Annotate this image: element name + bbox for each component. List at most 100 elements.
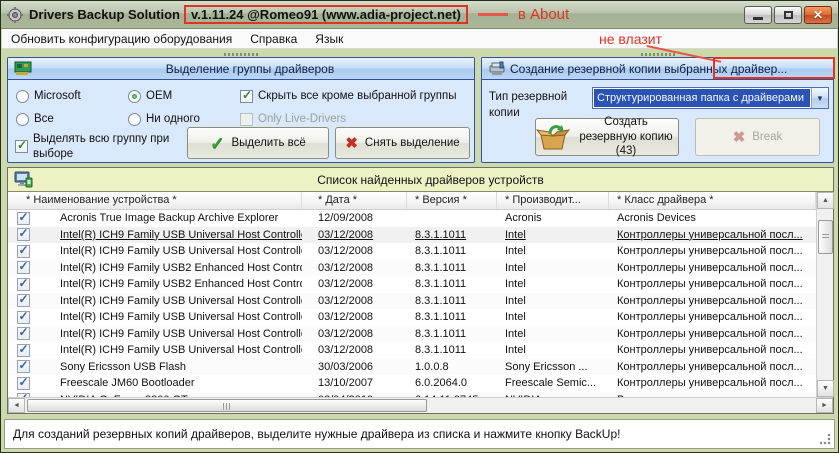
scroll-down-icon: ▼	[822, 385, 829, 392]
driver-table-body: ✓ Acronis True Image Backup Archive Explo…	[8, 210, 816, 397]
row-checkbox[interactable]: ✓	[17, 278, 30, 291]
row-checkbox[interactable]: ✓	[17, 294, 30, 307]
row-version: 8.3.1.1011	[407, 328, 497, 340]
backup-box-icon	[536, 123, 570, 151]
table-row[interactable]: ✓Intel(R) ICH9 Family USB Universal Host…	[8, 326, 816, 343]
scroll-right-button[interactable]: ►	[816, 398, 833, 413]
row-device-name: Acronis True Image Backup Archive Explor…	[38, 212, 302, 224]
row-device-name: Intel(R) ICH9 Family USB2 Enhanced Host …	[38, 278, 302, 290]
row-checkbox[interactable]: ✓	[17, 327, 30, 340]
annotation-overflow-box	[713, 57, 835, 79]
row-checkbox[interactable]: ✓	[17, 344, 30, 357]
row-version: 1.0.0.8	[407, 361, 497, 373]
table-row[interactable]: ✓ Acronis True Image Backup Archive Explo…	[8, 210, 816, 227]
column-header-device-name[interactable]: * Наименование устройства *	[8, 192, 302, 209]
radio-all[interactable]: Все	[16, 113, 54, 126]
column-header-driver-class[interactable]: * Класс драйвера *	[609, 192, 816, 209]
row-checkbox-cell: ✓	[8, 360, 38, 373]
table-row[interactable]: ✓Sony Ericsson USB Flash30/03/20061.0.0.…	[8, 359, 816, 376]
device-list-icon	[14, 171, 34, 188]
row-checkbox-cell: ✓	[8, 245, 38, 258]
scroll-up-icon: ▲	[822, 197, 829, 204]
row-checkbox-cell: ✓	[8, 278, 38, 291]
minimize-button[interactable]	[744, 6, 772, 24]
row-device-name: Intel(R) ICH9 Family USB Universal Host …	[38, 344, 302, 356]
selection-panel-title: Выделение группы драйверов	[32, 62, 468, 76]
row-driver-class: Контроллеры универсальной посл...	[609, 344, 816, 356]
row-manufacturer: Intel	[497, 229, 609, 241]
row-checkbox[interactable]: ✓	[17, 311, 30, 324]
radio-oem[interactable]: OEM	[128, 90, 172, 103]
scroll-up-button[interactable]: ▲	[817, 192, 834, 209]
table-row[interactable]: ✓Intel(R) ICH9 Family USB Universal Host…	[8, 243, 816, 260]
row-version: 8.3.1.1011	[407, 344, 497, 356]
table-row[interactable]: ✓ Intel(R) ICH9 Family USB Universal Host…	[8, 309, 816, 326]
menu-refresh-config[interactable]: Обновить конфигурацию оборудования	[2, 30, 241, 48]
check-icon: ✓	[19, 360, 29, 372]
check-icon: ✓	[19, 212, 29, 224]
row-version: 8.3.1.1011	[407, 262, 497, 274]
check-icon: ✓	[19, 327, 29, 339]
table-row[interactable]: ✓Freescale JM60 Bootloader13/10/20076.0.…	[8, 375, 816, 392]
menu-help[interactable]: Справка	[241, 30, 306, 48]
radio-circle	[16, 90, 29, 103]
scroll-left-button[interactable]: ◄	[8, 398, 25, 413]
checkbox-box: ✓	[15, 140, 28, 153]
table-row[interactable]: ✓Intel(R) ICH9 Family USB2 Enhanced Host…	[8, 260, 816, 277]
chevron-down-icon: ▼	[816, 94, 824, 103]
row-checkbox[interactable]: ✓	[17, 245, 30, 258]
green-check-icon: ✓	[210, 135, 224, 152]
column-header-version[interactable]: * Версия *	[407, 192, 497, 209]
row-checkbox-cell: ✓	[8, 344, 38, 357]
deselect-button[interactable]: ✖ Снять выделение	[335, 127, 470, 159]
break-button: ✖ Break	[695, 118, 820, 156]
row-checkbox-cell: ✓	[8, 261, 38, 274]
radio-none[interactable]: Ни одного	[128, 113, 200, 126]
driver-table-title-bar: Список найденных драйверов устройств	[8, 168, 833, 192]
scroll-down-button[interactable]: ▼	[817, 380, 834, 397]
checkbox-hide-others[interactable]: ✓ Скрыть все кроме выбранной группы	[240, 90, 457, 103]
maximize-button[interactable]	[774, 6, 802, 24]
check-icon: ✓	[19, 245, 29, 257]
column-header-date[interactable]: * Дата *	[302, 192, 407, 209]
column-header-manufacturer[interactable]: * Производит...	[497, 192, 609, 209]
row-checkbox[interactable]: ✓	[17, 377, 30, 390]
row-checkbox[interactable]: ✓	[17, 228, 30, 241]
row-manufacturer: Intel	[497, 262, 609, 274]
radio-circle	[128, 90, 141, 103]
window-title-version annotation-about-box: v.1.11.24 @Romeo91 (www.adia-project.net…	[184, 5, 468, 24]
row-manufacturer: Intel	[497, 344, 609, 356]
close-button[interactable]: ✕	[804, 6, 832, 24]
backup-type-combobox[interactable]: Структурированная папка с драйверами ▼	[592, 87, 829, 109]
table-row[interactable]: ✓Intel(R) ICH9 Family USB Universal Host…	[8, 293, 816, 310]
row-device-name: Intel(R) ICH9 Family USB Universal Host …	[38, 311, 302, 323]
row-driver-class: Контроллеры универсальной посл...	[609, 245, 816, 257]
row-checkbox[interactable]: ✓	[17, 212, 30, 225]
create-backup-button[interactable]: Создать резервную копию (43)	[535, 118, 679, 156]
horizontal-scrollbar[interactable]: ◄ ►	[8, 397, 833, 413]
resize-grip[interactable]	[820, 434, 831, 445]
checkbox-select-whole-group[interactable]: ✓ Выделять всю группу при выборе	[15, 132, 183, 162]
table-row[interactable]: ✓ Intel(R) ICH9 Family USB Universal Host…	[8, 342, 816, 359]
table-row[interactable]: ✓Intel(R) ICH9 Family USB Universal Host…	[8, 227, 816, 244]
row-date: 03/12/2008	[302, 245, 407, 257]
row-checkbox-cell: ✓	[8, 327, 38, 340]
vertical-scrollbar[interactable]: ▲ ▼	[816, 192, 833, 397]
check-icon: ✓	[17, 138, 27, 152]
driver-table-title: Список найденных драйверов устройств	[34, 173, 827, 187]
horizontal-scrollbar-thumb[interactable]	[27, 399, 427, 412]
check-icon: ✓	[19, 261, 29, 273]
app-window: Drivers Backup Solution v.1.11.24 @Romeo…	[0, 0, 839, 453]
radio-microsoft[interactable]: Microsoft	[16, 90, 81, 103]
table-row[interactable]: ✓ Intel(R) ICH9 Family USB2 Enhanced Host…	[8, 276, 816, 293]
row-checkbox[interactable]: ✓	[17, 360, 30, 373]
select-all-button[interactable]: ✓ Выделить всё	[187, 127, 329, 159]
annotation-overflow-label: не влазит	[599, 31, 662, 47]
menu-language[interactable]: Язык	[306, 30, 352, 48]
combobox-dropdown-button[interactable]: ▼	[811, 88, 828, 108]
backup-device-icon	[488, 61, 506, 76]
menu-bar: Обновить конфигурацию оборудования Справ…	[2, 29, 837, 49]
row-checkbox[interactable]: ✓	[17, 261, 30, 274]
row-manufacturer: Intel	[497, 278, 609, 290]
vertical-scrollbar-thumb[interactable]	[818, 220, 833, 254]
